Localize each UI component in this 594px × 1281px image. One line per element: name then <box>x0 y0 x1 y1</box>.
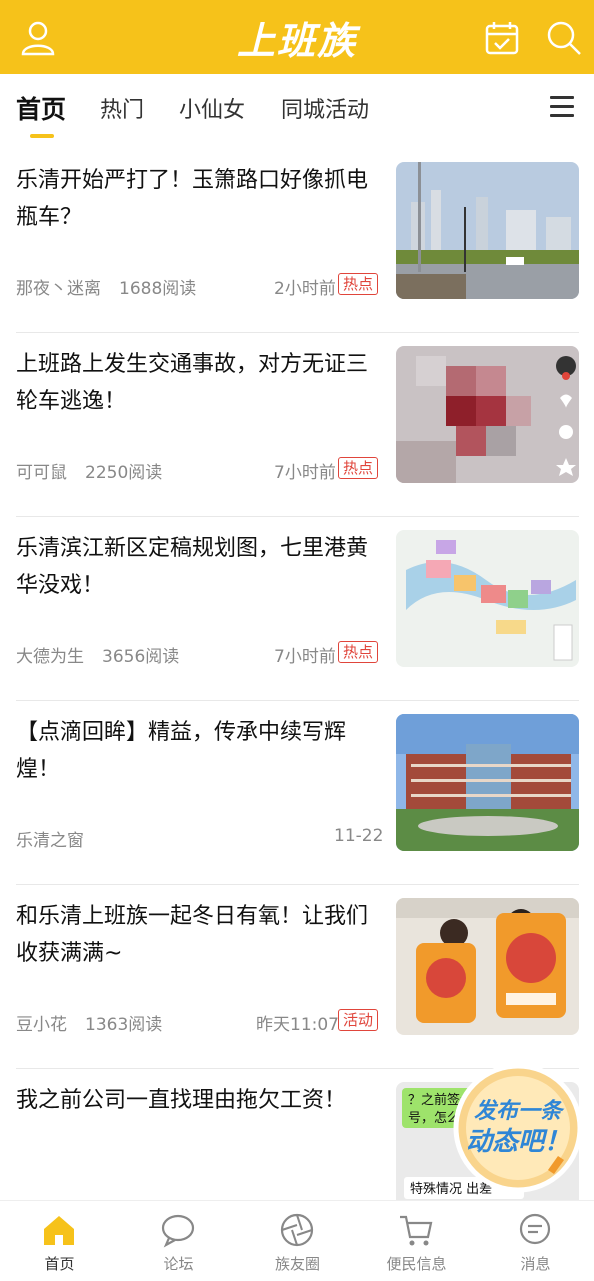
post-title[interactable]: 乐清开始严打了！玉箫路口好像抓电瓶车？ <box>16 162 376 236</box>
list-item[interactable]: 和乐清上班族一起冬日有氧！让我们收获满满~ 豆小花 1363阅读 昨天11:07 … <box>16 884 579 1069</box>
aperture-icon <box>280 1213 314 1247</box>
calendar-icon[interactable] <box>482 18 522 58</box>
post-title[interactable]: 和乐清上班族一起冬日有氧！让我们收获满满~ <box>16 898 376 972</box>
nav-local-info[interactable]: 便民信息 <box>357 1201 476 1281</box>
menu-icon[interactable] <box>550 96 574 118</box>
active-tab-indicator <box>30 134 54 138</box>
post-author: 可可鼠 <box>16 463 67 483</box>
post-author: 那夜丶迷离 <box>16 279 101 299</box>
nav-forum[interactable]: 论坛 <box>119 1201 238 1281</box>
nav-home[interactable]: 首页 <box>0 1201 119 1281</box>
home-icon <box>44 1216 74 1245</box>
tab-home[interactable]: 首页 <box>16 90 66 126</box>
post-author: 大德为生 <box>16 647 84 667</box>
post-reads: 1688阅读 <box>119 279 197 299</box>
hot-tag: 热点 <box>338 273 379 295</box>
chat-bubble-icon <box>161 1214 195 1248</box>
tab-fairy[interactable]: 小仙女 <box>179 92 245 124</box>
top-bar: 上班族 <box>0 0 594 74</box>
accident-photo-thumbnail[interactable] <box>396 346 579 483</box>
news-feed: 乐清开始严打了！玉箫路口好像抓电瓶车？ 那夜丶迷离 1688阅读 2小时前 热点 … <box>0 148 594 1200</box>
list-item[interactable]: 乐清滨江新区定稿规划图，七里港黄华没戏！ 大德为生 3656阅读 7小时前 热点 <box>16 516 579 701</box>
post-title[interactable]: 我之前公司一直找理由拖欠工资！ <box>16 1082 376 1119</box>
fab-line-1: 发布一条 <box>474 1098 565 1124</box>
post-title[interactable]: 【点滴回眸】精益，传承中续写辉煌！ <box>16 714 376 788</box>
nav-friends-circle-label: 族友圈 <box>274 1255 320 1273</box>
cart-icon <box>400 1215 433 1246</box>
street-photo-thumbnail[interactable] <box>396 162 579 299</box>
post-meta: 乐清之窗 <box>16 826 84 851</box>
post-time: 昨天11:07 <box>256 1015 339 1035</box>
post-time: 7小时前 <box>274 647 336 667</box>
nav-forum-label: 论坛 <box>163 1255 194 1273</box>
post-title[interactable]: 上班路上发生交通事故，对方无证三轮车逃逸！ <box>16 346 376 420</box>
post-time: 11-22 <box>334 826 384 846</box>
fab-line-2: 动态吧！ <box>466 1127 570 1157</box>
building-photo-thumbnail[interactable] <box>396 714 579 851</box>
event-tag: 活动 <box>338 1009 379 1031</box>
message-icon <box>519 1213 551 1245</box>
post-meta: 大德为生 3656阅读 <box>16 642 179 667</box>
category-tabs: 首页 热门 小仙女 同城活动 <box>0 74 594 148</box>
tab-local-events[interactable]: 同城活动 <box>281 92 369 124</box>
post-time: 7小时前 <box>274 463 336 483</box>
list-item[interactable]: 【点滴回眸】精益，传承中续写辉煌！ 乐清之窗 11-22 <box>16 700 579 885</box>
hot-tag: 热点 <box>338 641 379 663</box>
post-title[interactable]: 乐清滨江新区定稿规划图，七里港黄华没戏！ <box>16 530 376 604</box>
bottom-nav: 首页 论坛 族友圈 便民信息 消息 <box>0 1200 594 1281</box>
event-photo-thumbnail[interactable] <box>396 898 579 1035</box>
tab-hot[interactable]: 热门 <box>100 92 144 124</box>
hot-tag: 热点 <box>338 457 379 479</box>
post-reads: 3656阅读 <box>102 647 180 667</box>
nav-messages-label: 消息 <box>520 1255 551 1273</box>
list-item[interactable]: 上班路上发生交通事故，对方无证三轮车逃逸！ 可可鼠 2250阅读 7小时前 热点 <box>16 332 579 517</box>
post-author: 豆小花 <box>16 1015 67 1035</box>
map-thumbnail[interactable] <box>396 530 579 667</box>
post-meta: 豆小花 1363阅读 <box>16 1010 162 1035</box>
post-meta: 那夜丶迷离 1688阅读 <box>16 274 196 299</box>
post-reads: 2250阅读 <box>85 463 163 483</box>
nav-friends-circle[interactable]: 族友圈 <box>238 1201 357 1281</box>
post-author: 乐清之窗 <box>16 831 84 851</box>
search-icon[interactable] <box>544 18 584 58</box>
nav-home-label: 首页 <box>44 1255 75 1273</box>
post-time: 2小时前 <box>274 279 336 299</box>
nav-local-info-label: 便民信息 <box>386 1255 447 1273</box>
post-meta: 可可鼠 2250阅读 <box>16 458 162 483</box>
post-reads: 1363阅读 <box>85 1015 163 1035</box>
post-update-fab[interactable]: 发布一条 动态吧！ <box>448 1058 588 1198</box>
list-item[interactable]: 乐清开始严打了！玉箫路口好像抓电瓶车？ 那夜丶迷离 1688阅读 2小时前 热点 <box>16 148 579 333</box>
nav-messages[interactable]: 消息 <box>476 1201 594 1281</box>
